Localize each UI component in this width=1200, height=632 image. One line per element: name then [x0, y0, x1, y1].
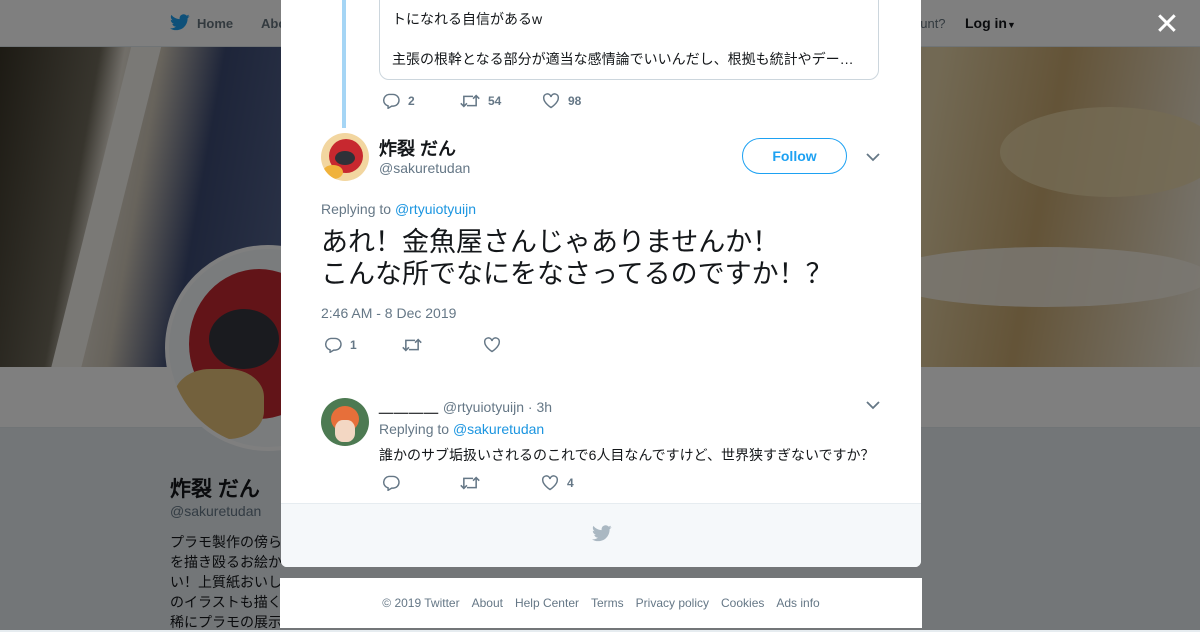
retweet-icon — [460, 94, 480, 108]
author-avatar[interactable] — [321, 133, 369, 181]
reply-author-name[interactable]: ＿＿＿＿ — [379, 399, 439, 415]
like-button[interactable]: 4 — [541, 475, 574, 491]
like-button[interactable]: 98 — [542, 93, 581, 109]
footer-ads-info[interactable]: Ads info — [776, 596, 819, 610]
quoted-text-line: 主張の根幹となる部分が適当な感情論でいいんだし、根拠も統計やデー… — [392, 51, 854, 67]
tweet-text-line: こんな所でなにをなさってるのですか！？ — [321, 259, 833, 289]
reply-button[interactable]: 2 — [382, 93, 460, 109]
chevron-down-icon[interactable] — [865, 149, 881, 165]
follow-button[interactable]: Follow — [742, 138, 847, 174]
tweet-text: あれ！金魚屋さんじゃありませんか！ こんな所でなにをなさってるのですか！？ — [321, 226, 833, 290]
reply-replying-to: Replying to @sakuretudan — [379, 421, 544, 437]
reply-header: ＿＿＿＿ @rtyuiotyuijn · 3h — [379, 397, 552, 417]
main-tweet-actions: 1 — [324, 337, 509, 353]
parent-tweet-actions: 2 54 98 — [382, 93, 581, 109]
replying-to-link[interactable]: @rtyuiotyuijn — [395, 201, 476, 217]
reply-text: 誰かのサブ垢扱いされるのこれで6人目なんですけど、世界狭すぎないですか？ — [379, 447, 875, 463]
like-icon — [541, 475, 559, 491]
thread-line — [342, 0, 346, 128]
replying-to-link[interactable]: @sakuretudan — [453, 421, 544, 437]
replying-prefix: Replying to — [379, 421, 450, 437]
tweet-timestamp[interactable]: 2:46 AM - 8 Dec 2019 — [321, 305, 456, 321]
retweet-icon — [402, 338, 422, 352]
quoted-tweet-card[interactable]: トになれる自信があるw 主張の根幹となる部分が適当な感情論でいいんだし、根拠も統… — [379, 0, 879, 80]
author-handle[interactable]: @sakuretudan — [379, 160, 470, 176]
reply-icon — [382, 475, 400, 491]
retweet-count: 54 — [488, 94, 502, 108]
footer-privacy[interactable]: Privacy policy — [636, 596, 709, 610]
tweet-modal: トになれる自信があるw 主張の根幹となる部分が適当な感情論でいいんだし、根拠も統… — [281, 0, 921, 567]
like-count: 98 — [568, 94, 582, 108]
reply-count: 2 — [408, 94, 415, 108]
retweet-icon — [460, 476, 480, 490]
reply-time[interactable]: · 3h — [528, 399, 552, 415]
like-icon — [483, 337, 501, 353]
page-footer: © 2019 Twitter About Help Center Terms P… — [280, 578, 922, 628]
retweet-button[interactable]: 54 — [460, 93, 542, 109]
quoted-text-line: トになれる自信があるw — [392, 11, 543, 27]
like-button[interactable] — [483, 337, 509, 353]
like-icon — [542, 93, 560, 109]
retweet-button[interactable] — [460, 475, 541, 491]
footer-about[interactable]: About — [472, 596, 503, 610]
author-name[interactable]: 炸裂 だん — [379, 135, 456, 161]
chevron-down-icon[interactable] — [865, 397, 881, 413]
modal-footer — [281, 503, 921, 567]
reply-count: 1 — [350, 338, 357, 352]
close-icon[interactable]: ✕ — [1152, 10, 1182, 40]
reply-button[interactable] — [382, 475, 460, 491]
reply-icon — [382, 93, 400, 109]
footer-help-center[interactable]: Help Center — [515, 596, 579, 610]
reply-tweet-actions: 4 — [382, 475, 574, 491]
reply-author-handle[interactable]: @rtyuiotyuijn — [443, 399, 524, 415]
footer-cookies[interactable]: Cookies — [721, 596, 764, 610]
twitter-bird-icon — [592, 525, 612, 547]
footer-copyright: © 2019 Twitter — [382, 596, 460, 610]
reply-icon — [324, 337, 342, 353]
replying-to: Replying to @rtyuiotyuijn — [321, 201, 476, 217]
tweet-text-line: あれ！金魚屋さんじゃありませんか！ — [321, 227, 780, 257]
reply-author-avatar[interactable] — [321, 398, 369, 446]
footer-terms[interactable]: Terms — [591, 596, 624, 610]
retweet-button[interactable] — [402, 337, 483, 353]
reply-button[interactable]: 1 — [324, 337, 402, 353]
like-count: 4 — [567, 476, 574, 490]
replying-prefix: Replying to — [321, 201, 392, 217]
